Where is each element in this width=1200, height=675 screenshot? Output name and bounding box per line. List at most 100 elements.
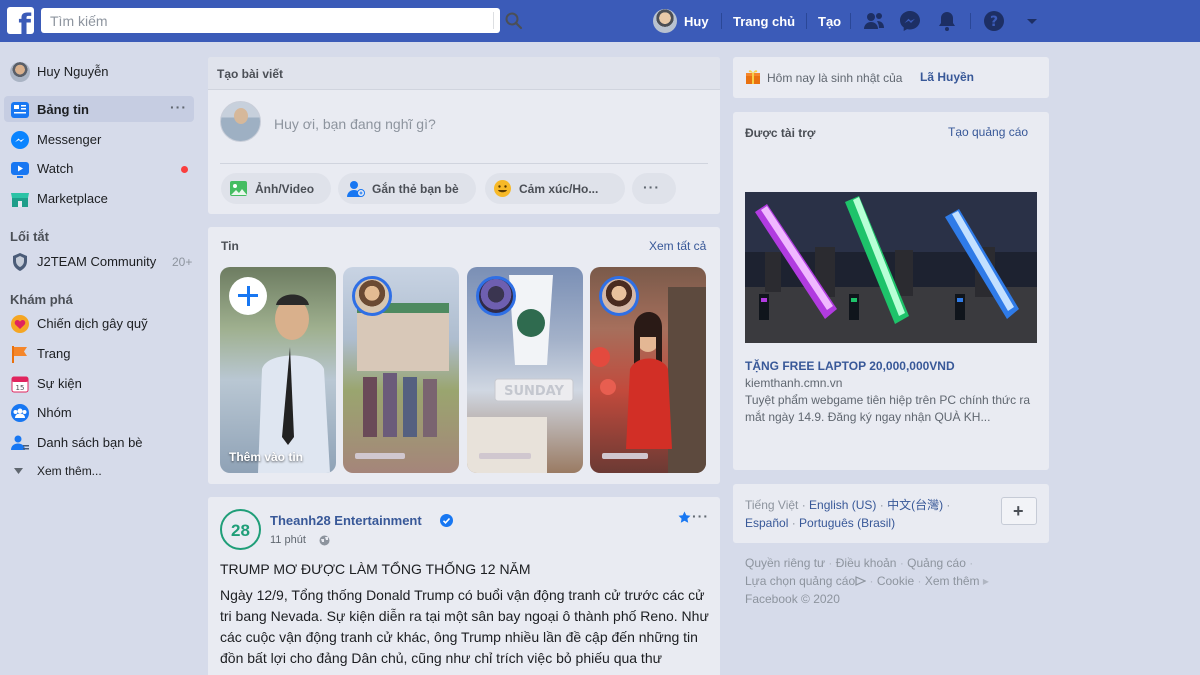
unread-count-badge: 20+ xyxy=(172,255,193,269)
search-icon[interactable] xyxy=(503,11,525,31)
language-link[interactable]: Português (Brasil) xyxy=(799,516,895,530)
footer-link-cookies[interactable]: Cookie xyxy=(877,574,914,588)
divider xyxy=(220,163,708,164)
sidebar-item-label: Nhóm xyxy=(37,405,72,420)
group-shield-icon xyxy=(13,253,27,271)
add-story-label: Thêm vào tin xyxy=(229,450,304,464)
see-all-stories-link[interactable]: Xem tất cả xyxy=(649,239,706,253)
avatar xyxy=(220,101,261,142)
profile-name: Huy xyxy=(684,14,709,29)
account-menu-caret-icon[interactable] xyxy=(1020,9,1044,33)
pages-flag-icon xyxy=(12,346,27,363)
more-options-icon[interactable]: ··· xyxy=(170,99,187,115)
stories-title: Tin xyxy=(221,239,239,253)
sidebar-item-label: Sự kiện xyxy=(37,376,82,391)
add-language-button[interactable]: + xyxy=(1001,497,1037,525)
language-link[interactable]: Español xyxy=(745,516,788,530)
page-logo[interactable]: 28 xyxy=(220,509,261,550)
svg-text:?: ? xyxy=(990,14,998,30)
fundraiser-heart-icon xyxy=(11,315,29,333)
card-header: Tạo bài viết xyxy=(208,57,720,90)
sidebar-item-news-feed[interactable]: Bảng tin ··· xyxy=(4,96,194,122)
more-actions-button[interactable]: ··· xyxy=(632,173,676,204)
ad-domain: kiemthanh.cmn.vn xyxy=(745,376,843,390)
nav-separator xyxy=(850,13,851,29)
sidebar-item-watch[interactable]: Watch xyxy=(4,155,194,181)
sidebar-item-events[interactable]: 15 Sự kiện xyxy=(4,370,194,396)
story-card[interactable] xyxy=(590,267,706,473)
ad-choices-icon xyxy=(855,576,867,586)
story-card[interactable] xyxy=(343,267,459,473)
post-headline: TRUMP MƠ ĐƯỢC LÀM TỔNG THỐNG 12 NĂM xyxy=(220,561,531,577)
globe-icon xyxy=(319,535,330,546)
add-story-plus-icon xyxy=(229,277,267,315)
sidebar-item-label: J2TEAM Community xyxy=(37,254,157,269)
sidebar-item-pages[interactable]: Trang xyxy=(4,340,194,366)
star-icon[interactable] xyxy=(678,511,691,524)
avatar xyxy=(476,276,516,316)
ad-headline-link[interactable]: TẶNG FREE LAPTOP 20,000,000VND xyxy=(745,359,955,373)
facebook-logo-icon[interactable]: f xyxy=(7,7,34,34)
top-navigation-bar: f Huy Trang chủ Tạo xyxy=(0,0,1200,42)
see-more-label: Xem thêm... xyxy=(37,464,102,478)
post-options-icon[interactable]: ··· xyxy=(692,508,709,524)
birthday-card: Hôm nay là sinh nhật của Lã Huyền xyxy=(733,57,1049,98)
feed-post: 28 Theanh28 Entertainment 11 phút ··· TR… xyxy=(208,497,720,675)
ad-image[interactable] xyxy=(745,192,1037,343)
home-link[interactable]: Trang chủ xyxy=(733,14,795,29)
footer-link-advertising[interactable]: Quảng cáo xyxy=(907,556,966,570)
language-list: Tiếng Việt · English (US) · 中文(台灣) · Esp… xyxy=(745,498,951,530)
post-body-text: Ngày 12/9, Tổng thống Donald Trump có bu… xyxy=(220,587,709,666)
sidebar-item-friend-lists[interactable]: Danh sách bạn bè xyxy=(4,429,194,455)
create-link[interactable]: Tạo xyxy=(818,14,841,29)
language-link[interactable]: English (US) xyxy=(809,498,876,512)
groups-icon xyxy=(11,404,29,422)
friend-requests-icon[interactable] xyxy=(862,9,886,33)
see-more-link[interactable]: Xem thêm... xyxy=(4,458,194,484)
post-author-link[interactable]: Theanh28 Entertainment xyxy=(270,513,422,528)
svg-text:15: 15 xyxy=(16,384,25,392)
sidebar-item-fundraisers[interactable]: Chiến dịch gây quỹ xyxy=(4,310,194,336)
footer-link-terms[interactable]: Điều khoản xyxy=(836,556,897,570)
action-label: Cảm xúc/Ho... xyxy=(519,182,599,196)
sidebar-profile[interactable]: Huy Nguyễn xyxy=(4,58,194,84)
create-ad-link[interactable]: Tạo quảng cáo xyxy=(948,125,1028,139)
feeling-activity-button[interactable]: Cảm xúc/Ho... xyxy=(485,173,625,204)
footer-link-ad-choices[interactable]: Lựa chọn quảng cáo xyxy=(745,574,855,588)
profile-shortcut[interactable]: Huy xyxy=(652,8,714,34)
post-timestamp[interactable]: 11 phút xyxy=(270,534,306,546)
photo-video-button[interactable]: Ảnh/Video xyxy=(221,173,331,204)
create-post-title: Tạo bài viết xyxy=(217,67,284,81)
language-current: Tiếng Việt xyxy=(745,498,799,512)
search-input[interactable] xyxy=(50,12,450,29)
explore-heading: Khám phá xyxy=(10,292,73,307)
sidebar-user-name: Huy Nguyễn xyxy=(37,64,109,79)
watch-icon xyxy=(11,162,29,178)
story-card[interactable]: SUNDAY xyxy=(467,267,583,473)
sidebar-item-groups[interactable]: Nhóm xyxy=(4,399,194,425)
messenger-icon[interactable] xyxy=(898,9,922,33)
sidebar-item-messenger[interactable]: Messenger xyxy=(4,126,194,152)
help-icon[interactable]: ? xyxy=(982,9,1006,33)
tag-friends-button[interactable]: Gắn thẻ bạn bè xyxy=(338,173,476,204)
photo-icon xyxy=(230,181,247,196)
sidebar-item-j2team-community[interactable]: J2TEAM Community 20+ xyxy=(4,248,194,274)
birthday-text: Hôm nay là sinh nhật của xyxy=(767,71,903,85)
shortcuts-heading: Lối tắt xyxy=(10,229,49,244)
sidebar-item-marketplace[interactable]: Marketplace xyxy=(4,185,194,211)
notifications-bell-icon[interactable] xyxy=(935,9,959,33)
birthday-person-link[interactable]: Lã Huyền xyxy=(920,70,974,84)
tag-friends-icon xyxy=(347,181,365,197)
nav-separator xyxy=(970,13,971,29)
status-input[interactable]: Huy ơi, bạn đang nghĩ gì? xyxy=(274,116,436,132)
gift-icon xyxy=(746,70,760,84)
footer-link-more[interactable]: Xem thêm xyxy=(925,574,980,588)
feeling-emoji-icon xyxy=(494,180,511,197)
language-link[interactable]: 中文(台灣) xyxy=(887,498,943,512)
avatar xyxy=(599,276,639,316)
add-to-story-card[interactable]: Thêm vào tin xyxy=(220,267,336,473)
events-calendar-icon: 15 xyxy=(11,376,29,393)
more-options-icon: ··· xyxy=(643,179,660,195)
footer-link-privacy[interactable]: Quyền riêng tư xyxy=(745,556,825,570)
create-post-card: Tạo bài viết Huy ơi, bạn đang nghĩ gì? Ả… xyxy=(208,57,720,214)
